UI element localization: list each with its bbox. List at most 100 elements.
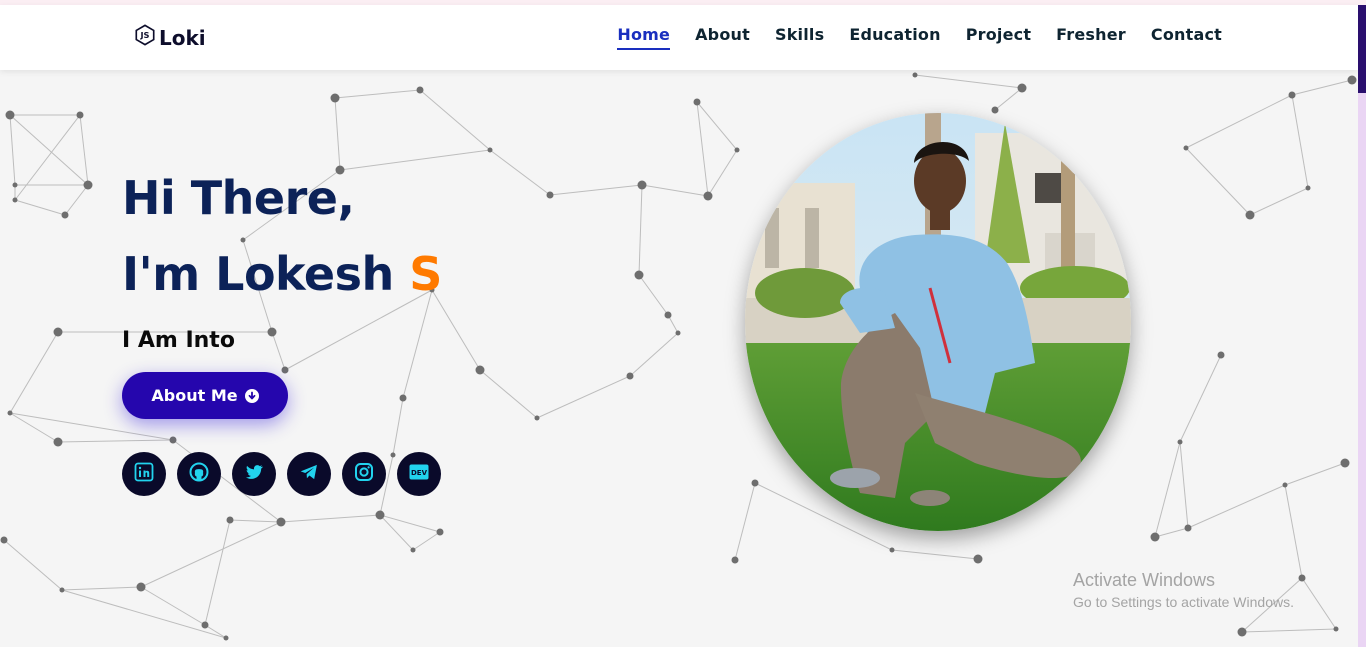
- instagram-icon: [354, 462, 374, 487]
- mesh-line: [638, 184, 643, 276]
- mesh-node: [734, 147, 740, 153]
- mesh-line: [1185, 147, 1251, 216]
- mesh-node: [1340, 458, 1350, 468]
- mesh-line: [392, 397, 404, 456]
- nav-fresher[interactable]: Fresher: [1056, 25, 1126, 50]
- mesh-line: [479, 369, 538, 419]
- linkedin-link[interactable]: [122, 452, 166, 496]
- windows-activation-watermark: Activate Windows Go to Settings to activ…: [1073, 570, 1294, 610]
- github-link[interactable]: [177, 452, 221, 496]
- hero-greeting: Hi There,: [122, 171, 355, 225]
- mesh-node: [12, 182, 18, 188]
- mesh-node: [1245, 210, 1255, 220]
- mesh-node: [83, 180, 93, 190]
- dev-link[interactable]: DEV: [397, 452, 441, 496]
- mesh-node: [664, 311, 672, 319]
- mesh-line: [1291, 79, 1353, 96]
- mesh-node: [703, 191, 713, 201]
- mesh-node: [410, 547, 416, 553]
- nav-home[interactable]: Home: [617, 25, 671, 50]
- about-me-button[interactable]: About Me: [122, 372, 288, 419]
- mesh-line: [1249, 187, 1309, 216]
- mesh-line: [9, 331, 59, 414]
- twitter-icon: [244, 462, 264, 487]
- hero-section: Hi There, I'm Lokesh S I Am Into About M…: [122, 160, 442, 496]
- social-links: DEV: [122, 452, 441, 496]
- mesh-node: [731, 556, 739, 564]
- mesh-line: [229, 519, 282, 523]
- particle-network-background: [0, 72, 1357, 641]
- mesh-line: [629, 332, 679, 377]
- nav-skills[interactable]: Skills: [775, 25, 824, 50]
- mesh-node: [1184, 524, 1192, 532]
- dev-icon: DEV: [409, 464, 429, 485]
- mesh-node: [534, 415, 540, 421]
- mesh-line: [1179, 441, 1189, 529]
- nav-about[interactable]: About: [695, 25, 750, 50]
- mesh-node: [675, 330, 681, 336]
- brand-logo[interactable]: JS Loki: [134, 24, 206, 51]
- nav-project[interactable]: Project: [966, 25, 1031, 50]
- scrollbar-thumb[interactable]: [1358, 5, 1366, 93]
- top-navbar: JS Loki Home About Skills Education Proj…: [0, 5, 1358, 70]
- mesh-line: [994, 87, 1023, 111]
- mesh-node: [375, 510, 385, 520]
- mesh-node: [7, 410, 13, 416]
- mesh-node: [1282, 482, 1288, 488]
- mesh-line: [1284, 462, 1346, 486]
- mesh-node: [276, 517, 286, 527]
- scrollbar-track[interactable]: [1358, 5, 1366, 647]
- mesh-node: [201, 621, 209, 629]
- mesh-node: [136, 582, 146, 592]
- mesh-line: [79, 114, 89, 186]
- mesh-line: [1185, 94, 1293, 149]
- mesh-line: [61, 589, 227, 639]
- mesh-node: [991, 106, 999, 114]
- mesh-node: [751, 479, 759, 487]
- mesh-line: [1241, 628, 1337, 633]
- mesh-node: [61, 211, 69, 219]
- mesh-line: [489, 149, 551, 196]
- hero-name-accent: S: [409, 247, 442, 301]
- mesh-line: [3, 539, 63, 591]
- brand-name: Loki: [159, 25, 206, 50]
- mesh-line: [707, 149, 738, 197]
- profile-photo: [745, 113, 1131, 531]
- mesh-line: [379, 514, 414, 551]
- mesh-line: [1284, 484, 1303, 579]
- mesh-node: [53, 437, 63, 447]
- mesh-node: [487, 147, 493, 153]
- mesh-line: [14, 199, 66, 216]
- mesh-line: [64, 184, 89, 216]
- arrow-down-circle-icon: [244, 388, 259, 403]
- mesh-node: [399, 394, 407, 402]
- mesh-line: [638, 274, 669, 316]
- mesh-node: [223, 635, 229, 641]
- mesh-node: [475, 365, 485, 375]
- telegram-link[interactable]: [287, 452, 331, 496]
- mesh-node: [53, 327, 63, 337]
- mesh-node: [226, 516, 234, 524]
- nav-contact[interactable]: Contact: [1151, 25, 1222, 50]
- mesh-line: [204, 624, 227, 639]
- about-me-label: About Me: [151, 386, 238, 405]
- watermark-title: Activate Windows: [1073, 570, 1216, 590]
- mesh-line: [549, 184, 643, 196]
- mesh-node: [436, 528, 444, 536]
- twitter-link[interactable]: [232, 452, 276, 496]
- mesh-node: [12, 197, 18, 203]
- mesh-line: [641, 184, 709, 197]
- mesh-node: [1347, 75, 1357, 85]
- linkedin-icon: [134, 462, 154, 487]
- mesh-line: [334, 89, 421, 99]
- nav-education[interactable]: Education: [849, 25, 940, 50]
- mesh-line: [204, 519, 231, 626]
- hero-tagline: I Am Into: [122, 328, 235, 353]
- mesh-line: [696, 101, 709, 197]
- mesh-node: [76, 111, 84, 119]
- instagram-link[interactable]: [342, 452, 386, 496]
- mesh-line: [536, 375, 631, 419]
- mesh-node: [1305, 185, 1311, 191]
- mesh-line: [379, 514, 441, 533]
- mesh-line: [9, 114, 16, 186]
